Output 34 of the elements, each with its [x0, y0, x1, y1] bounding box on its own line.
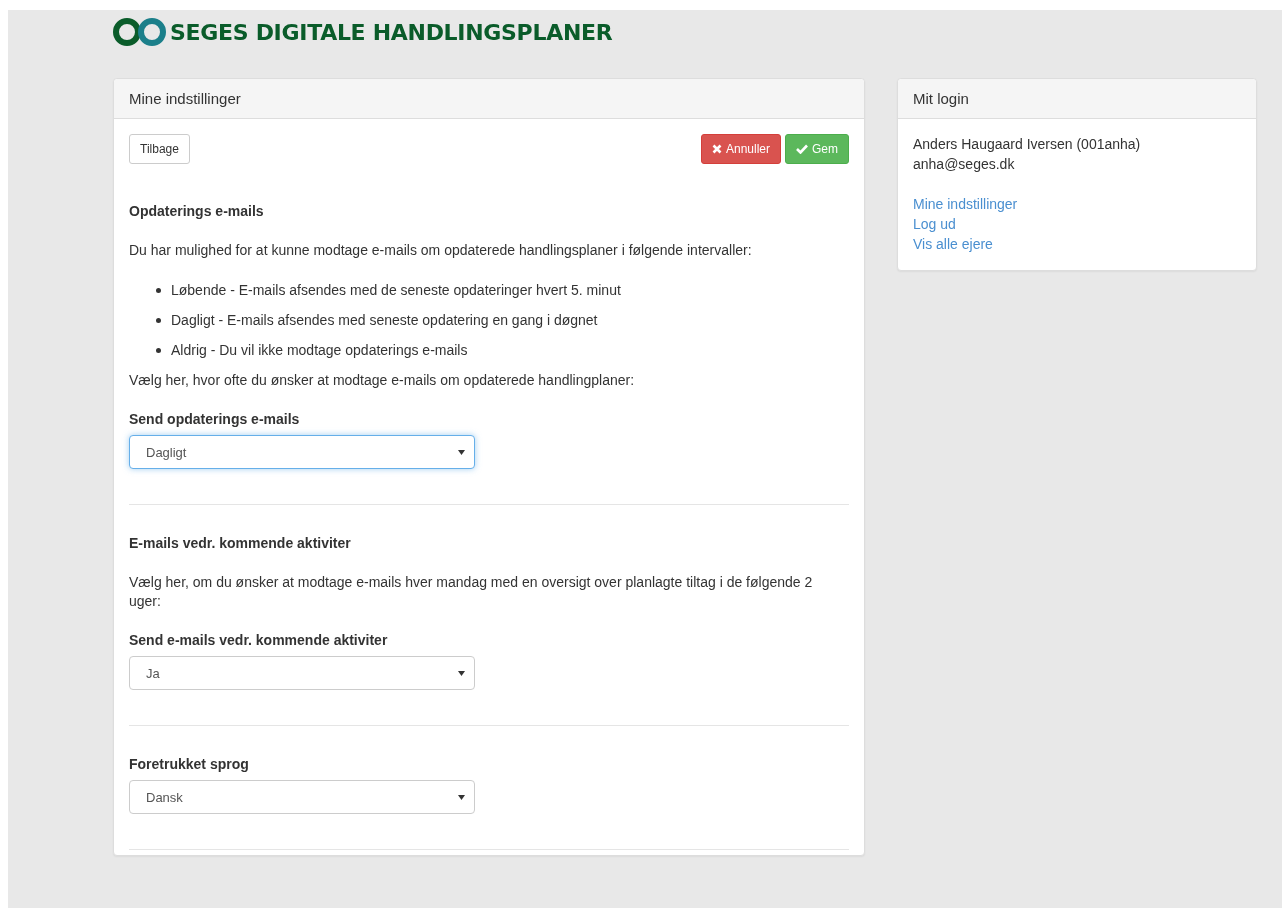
field-label: Send e-mails vedr. kommende aktiviter	[129, 632, 389, 648]
section-heading: Opdaterings e-mails	[129, 203, 265, 219]
close-icon	[711, 144, 722, 154]
bullet-item: Aldrig - Du vil ikke modtage opdaterings e-mails	[171, 341, 468, 360]
bullet-item: Dagligt - E-mails afsendes med seneste opdatering en gang i døgnet	[171, 311, 598, 330]
nav-link[interactable]: Log ud	[913, 214, 956, 234]
section-heading: E-mails vedr. kommende aktiviter	[129, 535, 352, 551]
back-button[interactable]: Tilbage	[129, 134, 190, 164]
nav-link[interactable]: Vis alle ejere	[913, 234, 993, 254]
caret-icon	[458, 670, 465, 676]
nav-link[interactable]: Mine indstillinger	[913, 194, 1018, 214]
cancel-button[interactable]: Annuller	[700, 134, 781, 164]
select-field[interactable]: Ja	[129, 656, 475, 690]
intro-text: Vælg her, om du ønsker at modtage e-mails hver mandag med en oversigt over planlagte tiltag i de følgende 2 uger:	[129, 573, 814, 611]
user-email: anha@seges.dk	[913, 155, 1016, 174]
field-label: Foretrukket sprog	[129, 756, 250, 772]
field-label: Send opdaterings e-mails	[129, 411, 301, 427]
panel-header: Mit login	[898, 79, 1256, 119]
caret-icon	[458, 794, 465, 800]
bullet-item: Løbende - E-mails afsendes med de seneste opdateringer hvert 5. minut	[171, 281, 621, 300]
intro-text: Du har mulighed for at kunne modtage e-mails om opdaterede handlingsplaner i følgende intervaller:	[129, 241, 753, 260]
logo-icon	[113, 18, 167, 46]
bullet-icon	[156, 348, 161, 353]
prompt-text: Vælg her, hvor ofte du ønsker at modtage e-mails om opdaterede handlingplaner:	[129, 371, 636, 390]
bullet-icon	[156, 318, 161, 323]
caret-icon	[458, 449, 465, 455]
brand-title: SEGES DIGITALE HANDLINGSPLANER	[170, 19, 613, 45]
select-field[interactable]: Dagligt	[129, 435, 475, 469]
bullet-icon	[156, 288, 161, 293]
checkmark-icon	[796, 144, 808, 154]
save-button[interactable]: Gem	[785, 134, 849, 164]
user-name: Anders Haugaard Iversen (001anha)	[913, 135, 1142, 154]
select-field[interactable]: Dansk	[129, 780, 475, 814]
panel-header: Mine indstillinger	[114, 79, 864, 119]
